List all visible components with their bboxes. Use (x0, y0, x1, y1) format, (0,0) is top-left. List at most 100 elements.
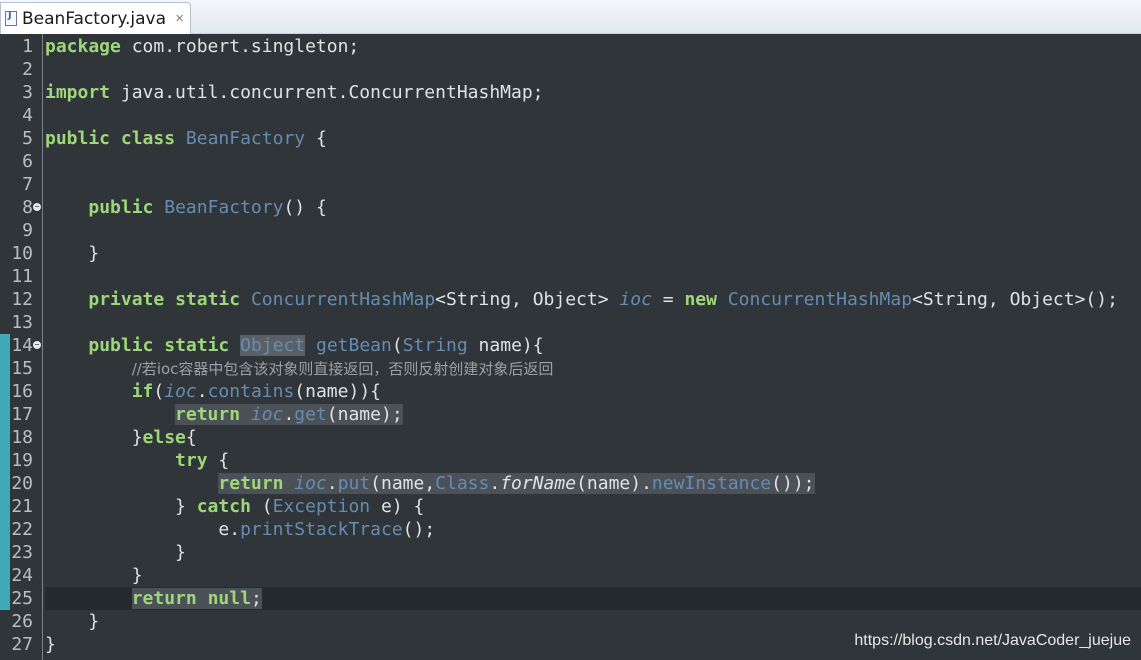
fold-toggle-icon[interactable]: − (33, 341, 41, 349)
watermark: https://blog.csdn.net/JavaCoder_juejue (854, 632, 1131, 649)
code-token: ConcurrentHashMap (250, 289, 436, 310)
code-line[interactable]: 24 } (0, 564, 1141, 587)
code-token (196, 588, 208, 609)
line-number: 3 (22, 82, 33, 103)
code-token: return (131, 588, 197, 609)
code-token: . (326, 473, 338, 494)
code-line[interactable]: 4 (0, 104, 1141, 127)
code-line[interactable]: 23 } (0, 541, 1141, 564)
tab-title: BeanFactory.java (22, 8, 167, 29)
code-line[interactable]: 7 (0, 173, 1141, 196)
line-number: 16 (11, 381, 33, 402)
code-token: } (45, 496, 197, 517)
code-token: { (185, 427, 197, 448)
code-line[interactable]: 2 (0, 58, 1141, 81)
code-line[interactable]: 12 private static ConcurrentHashMap<Stri… (0, 288, 1141, 311)
line-number: 24 (11, 565, 33, 586)
code-token: public (88, 197, 154, 218)
code-token: { (305, 128, 327, 149)
code-line[interactable]: 21 } catch (Exception e) { (0, 495, 1141, 518)
code-token: ioc (619, 289, 652, 310)
code-line[interactable]: 18 }else{ (0, 426, 1141, 449)
code-area[interactable]: 1 package com.robert.singleton; 2 3 import j… (0, 35, 1141, 656)
code-line[interactable]: 10 } (0, 242, 1141, 265)
code-line[interactable]: 19 try { (0, 449, 1141, 472)
code-token: (name, (370, 473, 436, 494)
code-token: <String, Object> (435, 289, 620, 310)
code-token: Object (240, 335, 306, 356)
code-token: catch (196, 496, 251, 517)
code-line[interactable]: 25 return null; (0, 587, 1141, 610)
code-token: ioc (250, 404, 284, 425)
code-token: return (218, 473, 284, 494)
code-line[interactable]: 22 e.printStackTrace(); (0, 518, 1141, 541)
code-token: 容器中包含该对象则直接返回，否则反射创建对象后返回 (178, 360, 554, 378)
line-number: 8 (22, 197, 33, 218)
code-text: public class BeanFactory { (45, 127, 1141, 150)
line-number: 20 (11, 473, 33, 494)
code-token: private (88, 289, 165, 310)
code-line[interactable]: 16 if(ioc.contains(name)){ (0, 380, 1141, 403)
code-token: static (175, 289, 241, 310)
line-number: 17 (11, 404, 33, 425)
code-line[interactable]: 13 (0, 311, 1141, 334)
tab-beanfactory-java[interactable]: BeanFactory.java ✕ (0, 2, 191, 34)
code-token: name){ (467, 335, 544, 356)
code-editor[interactable]: 1 package com.robert.singleton; 2 3 import j… (0, 34, 1141, 660)
code-line[interactable]: 3 import java.util.concurrent.ConcurrentH… (0, 81, 1141, 104)
code-text: public BeanFactory() { (45, 196, 1141, 219)
code-line[interactable]: 20 return ioc.put(name,Class.forName(nam… (0, 472, 1141, 495)
code-line[interactable]: 9 (0, 219, 1141, 242)
code-line[interactable]: 17 return ioc.get(name); (0, 403, 1141, 426)
code-token: Exception (272, 496, 371, 517)
code-token: forName (500, 473, 577, 494)
line-number: 7 (22, 174, 33, 195)
code-token: } (45, 634, 56, 655)
code-line[interactable]: 1 package com.robert.singleton; (0, 35, 1141, 58)
code-text: } catch (Exception e) { (45, 495, 1141, 518)
code-token: } (45, 611, 100, 632)
code-token: (name); (326, 404, 403, 425)
code-line[interactable]: 6 (0, 150, 1141, 173)
code-token: } (45, 427, 143, 448)
code-text: } (45, 610, 1141, 633)
code-line[interactable]: 11 (0, 265, 1141, 288)
code-token: ioc (294, 473, 327, 494)
code-token: get (294, 404, 327, 425)
code-text: try { (45, 449, 1141, 472)
code-text: if(ioc.contains(name)){ (45, 380, 1141, 403)
line-number: 27 (11, 634, 33, 655)
code-token: e. (45, 519, 241, 540)
fold-toggle-icon[interactable]: − (33, 203, 41, 211)
code-line[interactable]: 14− public static Object getBean(String … (0, 334, 1141, 357)
line-number: 6 (22, 151, 33, 172)
line-number: 22 (11, 519, 33, 540)
code-token (283, 473, 295, 494)
line-number: 12 (11, 289, 33, 310)
close-icon[interactable]: ✕ (175, 12, 184, 25)
code-text: } (45, 242, 1141, 265)
code-token: class (120, 128, 176, 149)
code-token: ioc (156, 360, 179, 378)
code-token: null (207, 588, 251, 609)
code-line[interactable]: 26 } (0, 610, 1141, 633)
code-token: = (651, 289, 685, 310)
line-number: 5 (22, 128, 33, 149)
line-number: 26 (11, 611, 33, 632)
code-line[interactable]: 5 public class BeanFactory { (0, 127, 1141, 150)
line-number: 14 (11, 335, 33, 356)
code-line[interactable]: 15 //若ioc容器中包含该对象则直接返回，否则反射创建对象后返回 (0, 357, 1141, 380)
code-text: import java.util.concurrent.ConcurrentHa… (45, 81, 1141, 104)
code-text: //若ioc容器中包含该对象则直接返回，否则反射创建对象后返回 (45, 357, 1141, 380)
code-line[interactable]: 8− public BeanFactory() { (0, 196, 1141, 219)
